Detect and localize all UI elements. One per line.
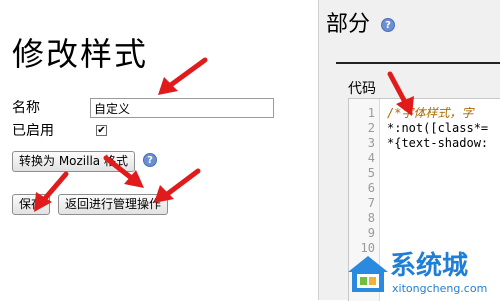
checkmark-icon: ✔ bbox=[97, 124, 106, 136]
watermark-domain: xitongcheng.com bbox=[392, 282, 488, 295]
annotation-arrow-back bbox=[154, 168, 201, 203]
watermark: 系统城 xitongcheng.com bbox=[340, 248, 500, 300]
line-number: 7 bbox=[367, 196, 375, 210]
line-number: 2 bbox=[367, 121, 375, 135]
page-title: 修改样式 bbox=[12, 35, 149, 73]
house-logo-icon bbox=[348, 256, 388, 292]
line-number: 1 bbox=[367, 106, 375, 120]
annotation-arrow-code bbox=[387, 71, 414, 116]
section-help-icon[interactable]: ? bbox=[381, 18, 395, 32]
code-label: 代码 bbox=[348, 81, 376, 97]
line-number: 5 bbox=[367, 166, 375, 180]
annotation-arrow-save bbox=[34, 171, 69, 212]
enabled-checkbox[interactable]: ✔ bbox=[96, 125, 107, 136]
section-divider bbox=[336, 62, 500, 64]
code-line: *{text-shadow: bbox=[387, 136, 489, 150]
annotation-arrow-convert bbox=[103, 155, 144, 188]
line-number: 3 bbox=[367, 136, 375, 150]
line-number: 6 bbox=[367, 181, 375, 195]
line-number: 8 bbox=[367, 211, 375, 225]
line-number: 4 bbox=[367, 151, 375, 165]
style-editor-panel: 修改样式 名称 已启用 ✔ 转换为 Mozilla 格式 ? 保存 返回进行管理… bbox=[0, 0, 318, 300]
line-number: 9 bbox=[367, 226, 375, 240]
code-line: *:not([class*= bbox=[387, 121, 489, 135]
name-input[interactable] bbox=[90, 98, 274, 118]
annotation-arrow-title bbox=[158, 57, 208, 95]
section-title: 部分 bbox=[326, 12, 371, 37]
name-label: 名称 bbox=[12, 100, 40, 116]
enabled-label: 已启用 bbox=[12, 123, 54, 139]
watermark-brand: 系统城 bbox=[390, 251, 469, 281]
